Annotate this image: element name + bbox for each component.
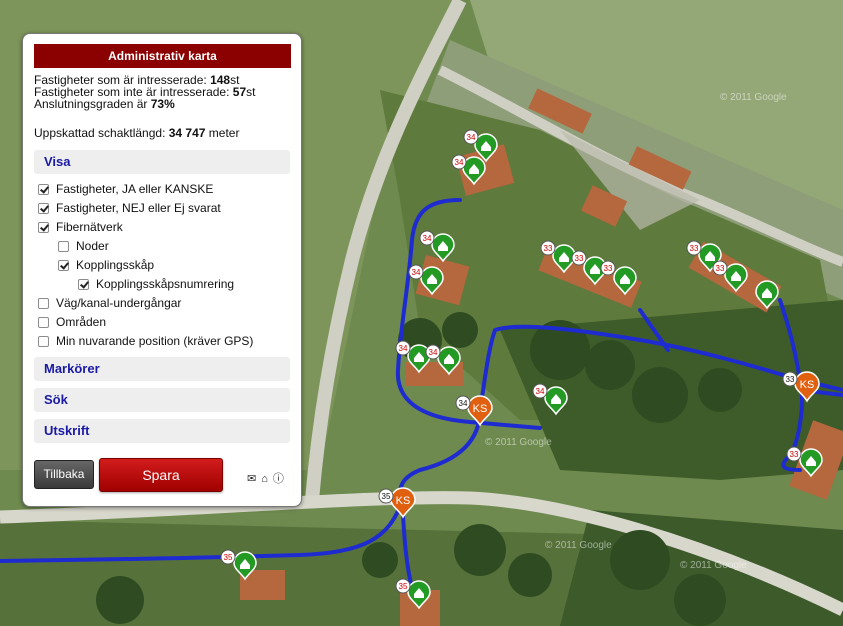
section-sok[interactable]: Sök: [34, 388, 290, 412]
map-watermark: © 2011 Google: [680, 560, 747, 571]
svg-text:33: 33: [790, 450, 799, 459]
home-icon[interactable]: ⌂: [261, 473, 268, 485]
checkbox[interactable]: [38, 222, 49, 233]
section-visa[interactable]: Visa: [34, 150, 290, 174]
map-watermark: © 2011 Google: [720, 92, 787, 103]
stats-block: Fastigheter som är intresserade: 148st F…: [34, 74, 296, 110]
checkbox[interactable]: [38, 203, 49, 214]
section-utskrift[interactable]: Utskrift: [34, 419, 290, 443]
checkbox[interactable]: [58, 260, 69, 271]
checkbox[interactable]: [38, 184, 49, 195]
option-fastigheter-nej[interactable]: Fastigheter, NEJ eller Ej svarat: [38, 200, 221, 216]
checkbox[interactable]: [38, 317, 49, 328]
option-undergangar[interactable]: Väg/kanal-undergångar: [38, 295, 181, 311]
svg-text:34: 34: [459, 399, 468, 408]
option-kopplingsskap[interactable]: Kopplingsskåp: [58, 257, 154, 273]
svg-text:34: 34: [399, 344, 408, 353]
option-noder[interactable]: Noder: [58, 238, 109, 254]
svg-text:34: 34: [429, 348, 438, 357]
trench-length: Uppskattad schaktlängd: 34 747 meter: [34, 126, 239, 140]
svg-text:35: 35: [382, 492, 391, 501]
length-unit: meter: [205, 126, 240, 140]
svg-text:33: 33: [786, 375, 795, 384]
option-fibernatverk[interactable]: Fibernätverk: [38, 219, 123, 235]
save-button[interactable]: Spara: [99, 458, 223, 492]
length-label: Uppskattad schaktlängd:: [34, 126, 169, 140]
svg-text:33: 33: [690, 244, 699, 253]
svg-text:35: 35: [224, 553, 233, 562]
option-omraden[interactable]: Områden: [38, 314, 106, 330]
admin-panel: Administrativ karta Fastigheter som är i…: [22, 33, 302, 507]
checkbox[interactable]: [58, 241, 69, 252]
checkbox[interactable]: [78, 279, 89, 290]
checkbox[interactable]: [38, 298, 49, 309]
svg-text:33: 33: [575, 254, 584, 263]
section-markorer[interactable]: Markörer: [34, 357, 290, 381]
svg-text:35: 35: [399, 582, 408, 591]
connection-value: 73%: [150, 97, 175, 111]
svg-text:KS: KS: [473, 403, 488, 415]
back-button[interactable]: Tillbaka: [34, 460, 94, 489]
svg-text:KS: KS: [396, 495, 411, 507]
connection-label: Anslutningsgraden är: [34, 97, 151, 111]
length-value: 34 747: [168, 126, 206, 140]
option-position[interactable]: Min nuvarande position (kräver GPS): [38, 333, 253, 349]
map-watermark: © 2011 Google: [485, 437, 552, 448]
svg-text:KS: KS: [800, 379, 815, 391]
info-icon[interactable]: ⓘ: [273, 473, 284, 485]
option-kopplingsskapsnumrering[interactable]: Kopplingsskåpsnumrering: [78, 276, 234, 292]
svg-text:34: 34: [455, 158, 464, 167]
svg-text:33: 33: [716, 264, 725, 273]
svg-text:34: 34: [412, 268, 421, 277]
mail-icon[interactable]: ✉: [247, 473, 256, 485]
svg-text:33: 33: [544, 244, 553, 253]
svg-text:34: 34: [536, 387, 545, 396]
svg-text:33: 33: [604, 264, 613, 273]
option-fastigheter-ja[interactable]: Fastigheter, JA eller KANSKE: [38, 181, 213, 197]
svg-text:34: 34: [467, 133, 476, 142]
not-interested-value: 57: [232, 85, 247, 99]
panel-tools: ✉ ⌂ ⓘ: [247, 470, 289, 486]
svg-text:34: 34: [423, 234, 432, 243]
map-watermark: © 2011 Google: [545, 540, 612, 551]
not-interested-unit: st: [246, 85, 256, 99]
panel-title: Administrativ karta: [34, 44, 291, 68]
checkbox[interactable]: [38, 336, 49, 347]
